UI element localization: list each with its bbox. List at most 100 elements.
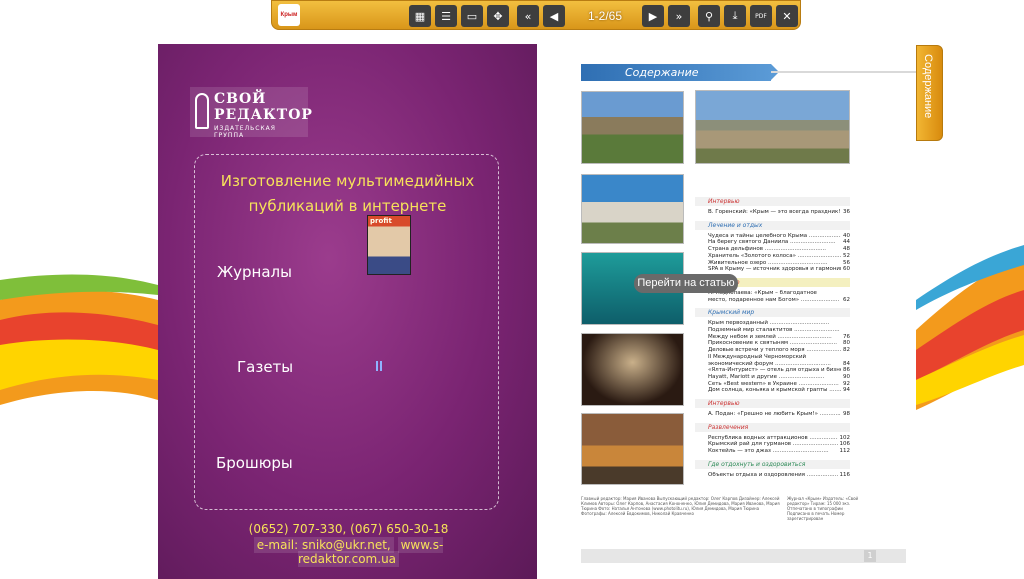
toc-entry-page: 60 [841, 266, 850, 273]
toc-entry[interactable]: Сеть «Best western» в Украине ..........… [708, 380, 850, 387]
toc-entry-page: 62 [841, 296, 850, 303]
promo-title-line1: Изготовление мультимедийных [220, 172, 475, 190]
toc-entry[interactable]: SPA в Крыму — источник здоровья и гармон… [708, 266, 850, 273]
toc-entry[interactable]: II Международный Черноморский [708, 354, 850, 360]
search-button[interactable]: ⚲ [698, 5, 720, 27]
toc-entry-title: Между небом и землей ...................… [708, 333, 832, 340]
toc-section-heading: Лечение и отдых [695, 220, 850, 230]
prev-page-button[interactable]: ◀ [543, 5, 565, 27]
thumbnails-button[interactable]: ▦ [409, 5, 431, 27]
toc-entry[interactable]: А. Подан: «Грешно не любить Крым!» .....… [708, 411, 850, 417]
toc-entry-title: II Международный Черноморский [708, 353, 807, 360]
photo-cave [581, 333, 684, 406]
toc-entry-title: Коктейль — это джаз ....................… [708, 448, 829, 455]
close-button[interactable]: ✕ [776, 5, 798, 27]
category-magazines[interactable]: Журналы [217, 263, 292, 281]
fullscreen-button[interactable]: ✥ [487, 5, 509, 27]
right-page[interactable]: Содержание Интервью В. Горенский: «Крым —… [537, 44, 916, 579]
toc-entry[interactable]: Крым первозданный ......................… [708, 320, 850, 326]
toc-entry-page: 98 [841, 411, 850, 417]
toc-entry[interactable]: Республика водных аттракционов .........… [708, 434, 850, 441]
contact-phones: (0652) 707-330, (067) 650-30-18 [248, 522, 449, 536]
contents-side-tab-label: Содержание [922, 54, 934, 119]
left-page[interactable]: СВОЙ РЕДАКТОР ИЗДАТЕЛЬСКАЯ ГРУППА Изгото… [158, 44, 537, 579]
toc-entry[interactable]: Коктейль — это джаз ....................… [708, 448, 850, 455]
go-to-article-tooltip: Перейти на статью [634, 274, 738, 293]
toc-entry[interactable]: В. Горенский: «Крым — это всегда праздни… [708, 209, 850, 215]
first-page-button[interactable]: « [517, 5, 539, 27]
toc-entry[interactable]: Подземный мир сталактитов ..............… [708, 327, 850, 333]
toc-entry-page: 86 [841, 367, 850, 374]
toc-entry-page: 90 [841, 373, 850, 380]
download-button[interactable]: ⤓ [724, 5, 746, 27]
list-icon: ☰ [441, 9, 451, 23]
toc-entry-page: 52 [841, 252, 850, 259]
masthead-left: Главный редактор: Мария Иванова Выпускаю… [581, 496, 780, 516]
toc-entry[interactable]: Прикосновение к святыням ...............… [708, 340, 850, 347]
toc-entry-title: SPA в Крыму — источник здоровья и гармон… [708, 266, 850, 273]
crimea-logo: Крым [278, 4, 300, 26]
contents-list-button[interactable]: ☰ [435, 5, 457, 27]
photo-chef [581, 413, 684, 485]
triangle-left-icon: ◀ [549, 9, 559, 23]
toc-entry[interactable]: На берегу святого Даниила ..............… [708, 239, 850, 246]
toc-entry[interactable]: место, подаренное нам Богом» ...........… [708, 296, 850, 303]
photo-landscape [695, 90, 850, 164]
last-page-button[interactable]: » [668, 5, 690, 27]
loading-icon [376, 356, 384, 371]
photo-mountains [581, 91, 684, 164]
toc-entry[interactable]: Хранитель «Золотого колоса» ............… [708, 252, 850, 259]
category-brochures[interactable]: Брошюры [216, 454, 293, 472]
toc-entry[interactable]: «Ялта-Интурист» — отель для отдыха и биз… [708, 367, 850, 374]
toc-entry-title: Дом солнца, коньяка и крымской грапты ..… [708, 387, 850, 394]
toc-entry-page: 48 [841, 246, 850, 253]
next-page-button[interactable]: ▶ [642, 5, 664, 27]
toc-entry-title: Чудеса и тайны целебного Крыма .........… [708, 232, 848, 239]
double-chevron-right-icon: » [675, 9, 683, 23]
toc-entry-title: экономический форум ....................… [708, 360, 831, 367]
folder-open-icon: ▭ [466, 9, 478, 23]
toc-entry-title: Прикосновение к святыням ...............… [708, 340, 837, 347]
toc-entry-page: 56 [841, 259, 850, 266]
toc-entry-page: 102 [837, 434, 850, 441]
toc-section-heading: Интервью [695, 197, 850, 206]
toc-entry-page: 80 [841, 340, 850, 347]
triangle-right-icon: ▶ [648, 9, 658, 23]
toc-entry[interactable]: Дом солнца, коньяка и крымской грапты ..… [708, 387, 850, 394]
toc-entry-page: 84 [841, 360, 850, 367]
page-footer: 1 [581, 549, 906, 563]
category-newspapers[interactable]: Газеты [237, 358, 293, 376]
fullscreen-icon: ✥ [493, 9, 503, 23]
toc-entry-title: Сеть «Best western» в Украине ..........… [708, 380, 839, 387]
contents-side-tab[interactable]: Содержание [916, 45, 943, 141]
toc-entry[interactable]: Крымский рай для гурманов ..............… [708, 441, 850, 448]
toc-entry[interactable]: экономический форум ....................… [708, 360, 850, 367]
thumbnails-icon: ▦ [414, 9, 426, 23]
toc-entry-title: Объекты отдыха и оздоровления ..........… [708, 471, 847, 478]
toc-entry[interactable]: Hayatt, Mariott и другие ...............… [708, 373, 850, 380]
publisher-tagline: ИЗДАТЕЛЬСКАЯ ГРУППА [214, 125, 276, 139]
masthead-right: Журнал «Крым» Издатель: «Свой редактор» … [787, 496, 859, 521]
toc-entry[interactable]: Живительное озеро ......................… [708, 259, 850, 266]
toc-entry[interactable]: Чудеса и тайны целебного Крыма .........… [708, 232, 850, 239]
open-button[interactable]: ▭ [461, 5, 483, 27]
toc-entry-page: 82 [841, 347, 850, 354]
pdf-button[interactable]: PDF [750, 5, 772, 27]
toc-entry-title: Крымский рай для гурманов ..............… [708, 441, 839, 448]
toc-entry[interactable]: Деловые встречи у теплого моря .........… [708, 347, 850, 354]
toc-entry-title: место, подаренное нам Богом» ...........… [708, 296, 840, 303]
toc-section-heading: Интервью [695, 399, 850, 408]
toc-entry[interactable]: Объекты отдыха и оздоровления ..........… [708, 471, 850, 478]
photo-palace [581, 174, 684, 244]
toc-entry[interactable]: Страна дельфинов .......................… [708, 246, 850, 253]
toc-entry-title: Деловые встречи у теплого моря .........… [708, 347, 844, 354]
toc-entry[interactable]: Между небом и землей ...................… [708, 333, 850, 340]
toc-entry-page: 40 [841, 232, 850, 239]
toc-entry-page: 92 [841, 380, 850, 387]
page-indicator[interactable]: 1-2/65 [572, 5, 638, 27]
flipbook: СВОЙ РЕДАКТОР ИЗДАТЕЛЬСКАЯ ГРУППА Изгото… [158, 44, 916, 579]
page-number: 1 [864, 550, 876, 562]
contact-web: e-mail: sniko@ukr.net, www.s-redaktor.co… [226, 537, 471, 567]
toc-entry-page: 44 [841, 239, 850, 246]
magazine-cover-thumbnail[interactable]: profit [367, 215, 411, 275]
